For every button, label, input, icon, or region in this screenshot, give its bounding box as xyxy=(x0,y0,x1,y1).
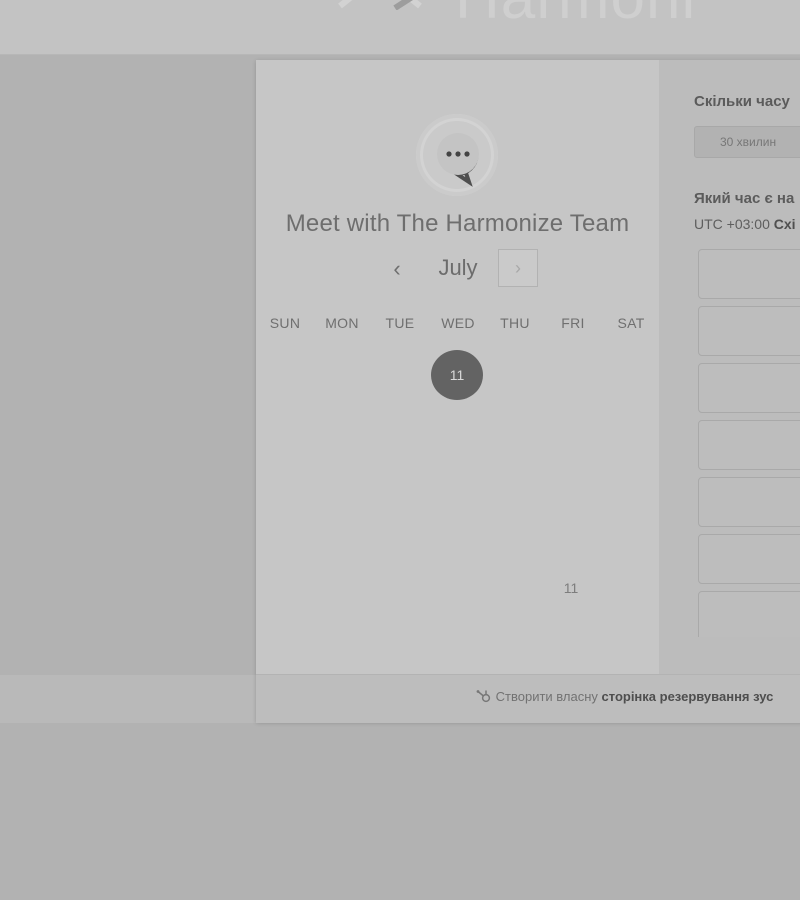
selected-day[interactable]: 11 xyxy=(431,350,483,400)
site-header: Harmoni xyxy=(0,0,800,55)
booking-modal: Meet with The Harmonize Team ‹ July › SU… xyxy=(256,60,800,723)
page: Harmoni Meet with The Harmonize Team ‹ J… xyxy=(0,0,800,900)
duration-heading: Скільки часу xyxy=(694,93,790,110)
time-slot-list xyxy=(698,249,800,637)
site-brand-name: Harmoni xyxy=(455,0,696,33)
time-heading: Який час є на xyxy=(694,190,795,207)
weekday-sun: SUN xyxy=(269,315,301,331)
time-slot[interactable] xyxy=(698,591,800,637)
modal-footer: Створити власну сторінка резервування зу… xyxy=(256,674,800,723)
weekday-wed: WED xyxy=(441,315,475,331)
time-slot[interactable] xyxy=(698,306,800,356)
next-month-button[interactable]: › xyxy=(498,249,538,287)
month-label: July xyxy=(438,255,478,280)
footer-text: Створити власну xyxy=(495,689,598,704)
footer-inner: Створити власну сторінка резервування зу… xyxy=(476,689,773,704)
timezone-selector[interactable]: UTC +03:00 Схі xyxy=(694,216,796,232)
weekday-sat: SAT xyxy=(617,315,645,331)
footer-booking-link[interactable]: сторінка резервування зус xyxy=(602,689,774,704)
hubspot-sprocket-icon xyxy=(476,690,491,703)
time-slot[interactable] xyxy=(698,249,800,299)
calendar-day-label: 11 xyxy=(563,580,579,596)
duration-option-label: 30 хвилин xyxy=(720,135,777,149)
weekday-fri: FRI xyxy=(561,315,585,331)
weekday-thu: THU xyxy=(500,315,530,331)
time-slot[interactable] xyxy=(698,534,800,584)
time-slot[interactable] xyxy=(698,420,800,470)
time-slot[interactable] xyxy=(698,477,800,527)
weekday-header: SUN MON TUE WED THU FRI SAT xyxy=(256,315,659,335)
prev-month-button[interactable]: ‹ xyxy=(380,252,414,286)
time-selection-panel: Скільки часу 30 хвилин Який час є на UTC… xyxy=(659,60,800,674)
weekday-tue: TUE xyxy=(385,315,415,331)
harmonize-logo-icon xyxy=(338,0,422,10)
weekday-mon: MON xyxy=(325,315,359,331)
duration-option-button[interactable]: 30 хвилин xyxy=(694,126,800,158)
chat-bubble-icon xyxy=(423,121,491,189)
time-slot[interactable] xyxy=(698,363,800,413)
meeting-title: Meet with The Harmonize Team xyxy=(285,210,630,237)
timezone-offset: UTC +03:00 xyxy=(694,216,770,232)
meeting-avatar xyxy=(416,114,498,196)
timezone-name: Схі xyxy=(773,216,796,232)
calendar-panel: Meet with The Harmonize Team ‹ July › SU… xyxy=(256,60,659,674)
